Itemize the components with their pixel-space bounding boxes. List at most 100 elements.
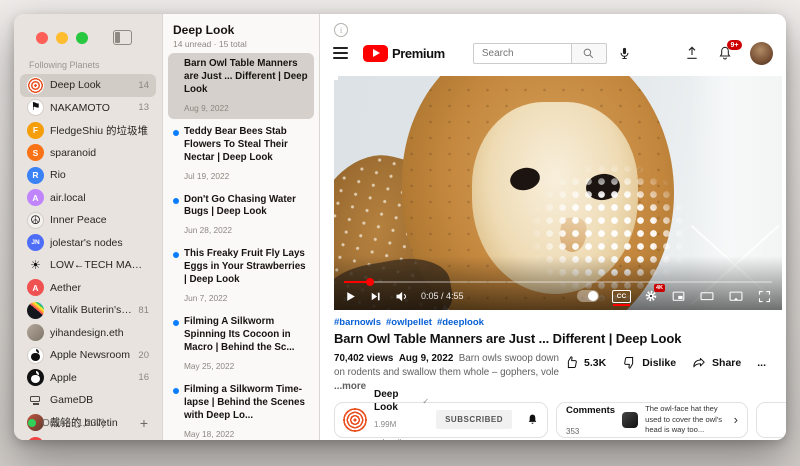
search-input[interactable] [473,43,571,64]
feed-label: GameDB [50,394,149,406]
feed-title: Deep Look [173,23,309,37]
subscriber-count: 1.99M subscribers [374,420,415,440]
feed-label: Deep Look [50,79,132,91]
feed-label: sparanoid [50,147,149,159]
minimize-window-button[interactable] [56,32,68,44]
article-title: Filming a Silkworm Time-lapse | Behind t… [184,384,308,423]
fullscreen-button[interactable] [757,289,772,304]
commenter-avatar [622,412,638,428]
volume-icon[interactable] [394,289,409,304]
online-status-icon [28,419,36,427]
close-window-button[interactable] [36,32,48,44]
youtube-premium-logo[interactable]: Premium [363,45,445,62]
feed-label: yihandesign.eth [50,327,149,339]
feed-label: jolestar's nodes [50,237,149,249]
hashtag-link[interactable]: #owlpellet [386,317,432,328]
sidebar-item-fledgeshiu[interactable]: F FledgeShiu 的垃圾堆 [20,119,156,142]
dislike-button[interactable]: Dislike [622,355,676,370]
upload-button[interactable] [684,45,700,61]
sidebar-item-air-local[interactable]: A air.local [20,187,156,210]
feed-icon [27,302,44,319]
feed-label: Aether [50,282,149,294]
article-title: Filming A Silkworm Spinning Its Cocoon i… [184,316,308,355]
more-actions-button[interactable]: ... [757,357,766,369]
show-more-link[interactable]: ...more [334,381,366,392]
feed-icon: A [27,189,44,206]
hashtag-link[interactable]: #barnowls [334,317,381,328]
play-button[interactable] [344,290,357,303]
channel-notifications-button[interactable] [526,413,539,426]
feed-label: Rio [50,169,149,181]
toggle-sidebar-icon[interactable] [113,30,132,45]
sidebar-item-aether[interactable]: A Aether [20,277,156,300]
quality-badge: 4K [654,284,665,292]
article-list-item[interactable]: Don't Go Chasing Water Bugs | Deep Look … [168,189,314,242]
captions-button[interactable] [612,290,631,303]
like-button[interactable]: 5.3K [564,355,606,370]
upload-icon [684,45,700,61]
sidebar-section-label: Following Planets [29,60,162,70]
sidebar-item-sparanoid[interactable]: S sparanoid [20,142,156,165]
share-button[interactable]: Share [692,355,741,370]
add-planet-button[interactable]: + [140,416,148,430]
article-list-item[interactable]: This Freaky Fruit Fly Lays Eggs in Your … [168,243,314,309]
sidebar-item-apple[interactable]: Apple 16 [20,367,156,390]
article-list-item[interactable]: Filming a Silkworm Time-lapse | Behind t… [168,379,314,440]
theater-mode-button[interactable] [699,289,715,304]
article-list-item[interactable]: Filming A Silkworm Spinning Its Cocoon i… [168,311,314,377]
sidebar-item-yihandesign-eth[interactable]: yihandesign.eth [20,322,156,345]
miniplayer-button[interactable] [671,289,686,304]
voice-search-button[interactable] [617,46,632,61]
next-button[interactable] [369,290,382,303]
chevron-right-icon[interactable] [734,412,738,427]
zoom-window-button[interactable] [76,32,88,44]
unread-dot-icon [173,130,179,136]
online-status: Online (1,237) [42,418,105,429]
feed-unread-summary: 14 unread · 15 total [173,39,309,49]
article-list-item[interactable]: Barn Owl Table Manners are Just ... Diff… [168,53,314,119]
feed-icon: JN [27,234,44,251]
brand-label: Premium [392,46,445,61]
seek-bar[interactable] [344,281,772,284]
cast-button[interactable] [728,289,744,304]
article-date: Jul 19, 2022 [184,171,308,181]
channel-card[interactable]: Deep Look ✓ 1.99M subscribers SUBSCRIBED [334,402,548,438]
settings-button[interactable]: 4K [644,289,658,303]
comments-card[interactable]: Comments 353 The owl-face hat they used … [556,402,748,438]
bell-filled-icon [526,413,539,426]
subscribed-button[interactable]: SUBSCRIBED [436,410,512,429]
channel-info: Deep Look ✓ 1.99M subscribers [374,389,429,440]
autoplay-toggle[interactable] [577,290,599,302]
article-list-item[interactable]: Teddy Bear Bees Stab Flowers To Steal Th… [168,121,314,187]
menu-icon[interactable] [333,47,348,58]
feed-icon: R [27,167,44,184]
unread-count-badge: 16 [138,372,149,383]
share-label: Share [712,357,741,369]
search-icon [582,47,595,60]
video-description[interactable]: 70,402 views Aug 9, 2022 Barn owls swoop… [334,352,564,394]
search-button[interactable] [571,43,607,64]
dislike-label: Dislike [642,357,676,369]
channel-avatar[interactable] [343,408,367,432]
video-player[interactable]: 0:05 / 4:55 4K [334,76,782,310]
feed-label: Apple Newsroom [50,349,132,361]
header-actions: 9+ [684,42,773,65]
sidebar-item-rio[interactable]: R Rio [20,164,156,187]
sidebar-item-apple-newsroom[interactable]: Apple Newsroom 20 [20,344,156,367]
hashtag-link[interactable]: #deeplook [437,317,484,328]
unread-count-badge: 81 [138,305,149,316]
feed-icon [27,369,44,386]
account-avatar[interactable] [750,42,773,65]
like-count: 5.3K [584,357,606,369]
sidebar-item-low-tech-magazine[interactable]: LOW←TECH MAGAZINE [20,254,156,277]
sidebar-item-deep-look[interactable]: Deep Look 14 [20,74,156,97]
info-icon[interactable] [334,23,348,37]
sidebar-item-inner-peace[interactable]: Inner Peace [20,209,156,232]
content-pane: Premium 9+ [320,14,786,440]
sidebar-item-jolestar-s-nodes[interactable]: JN jolestar's nodes [20,232,156,255]
sidebar-item-vitalik-buterin-s-we[interactable]: Vitalik Buterin's we... 81 [20,299,156,322]
notifications-button[interactable]: 9+ [717,45,733,61]
sidebar-item-nakamoto[interactable]: NAKAMOTO 13 [20,97,156,120]
video-meta-row: 70,402 views Aug 9, 2022 Barn owls swoop… [334,352,772,394]
unread-dot-icon [173,252,179,258]
